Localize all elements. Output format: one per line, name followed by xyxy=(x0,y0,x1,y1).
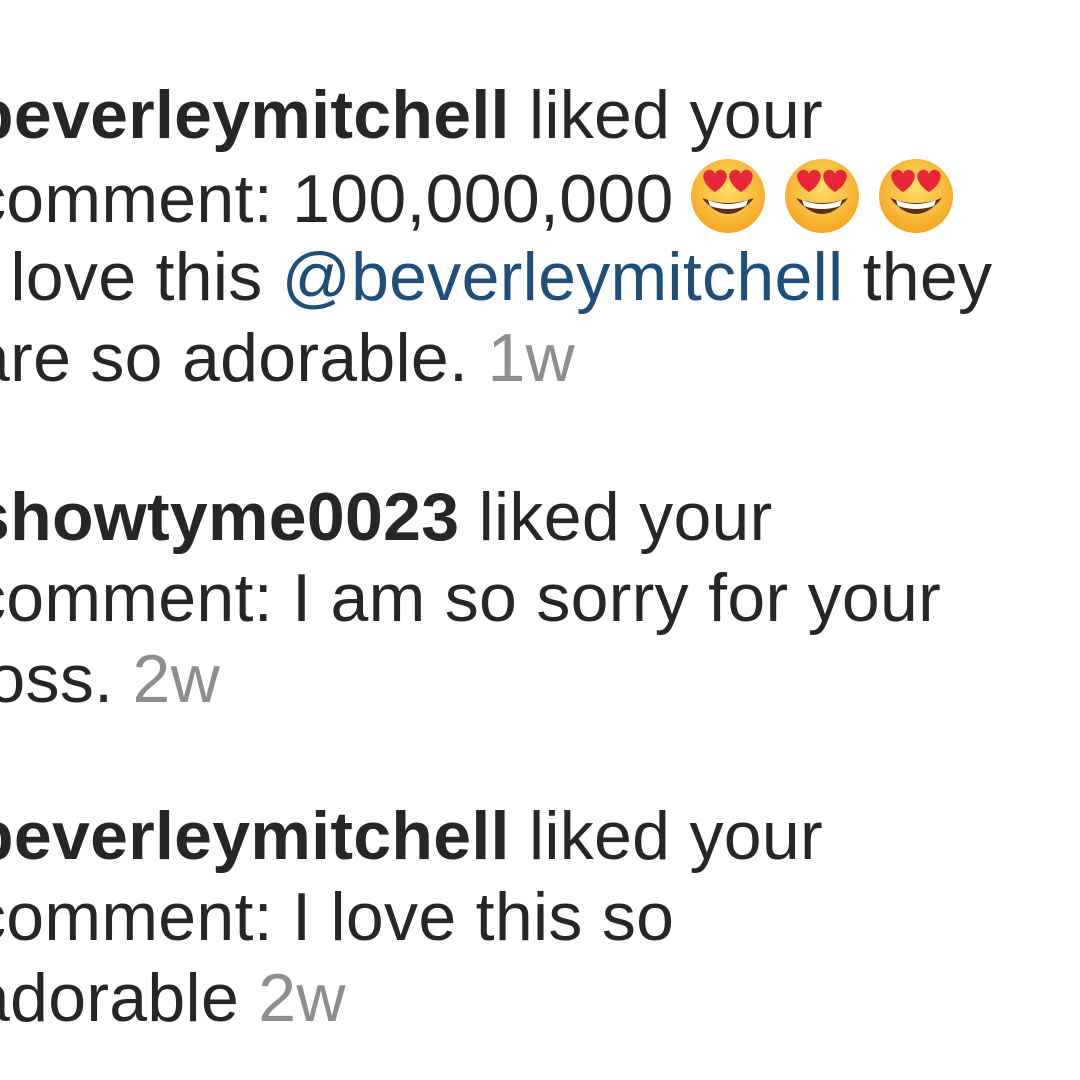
notification-line: adorable 2w xyxy=(0,958,1062,1039)
comment-text: comment: 100,000,000 xyxy=(0,161,674,237)
mention-link[interactable]: @beverleymitchell xyxy=(282,239,844,315)
notification-line: I love this @beverleymitchell they xyxy=(0,237,1062,318)
timestamp: 2w xyxy=(258,960,346,1036)
heart-eyes-emoji-icon xyxy=(688,156,768,236)
action-text: liked your xyxy=(459,479,773,555)
notification-line: are so adorable. 1w xyxy=(0,318,1062,399)
notification-item[interactable]: beverleymitchell liked your comment: I l… xyxy=(0,796,1062,1039)
username[interactable]: beverleymitchell xyxy=(0,798,510,874)
comment-text: I love this xyxy=(0,239,282,315)
username[interactable]: showtyme0023 xyxy=(0,479,459,555)
comment-text: comment: I love this so xyxy=(0,879,675,955)
action-text: liked your xyxy=(509,798,823,874)
notification-line: beverleymitchell liked your xyxy=(0,75,1062,156)
timestamp: 2w xyxy=(132,641,221,717)
notification-item[interactable]: showtyme0023 liked your comment: I am so… xyxy=(0,477,1062,720)
comment-text: adorable xyxy=(0,960,259,1036)
notification-line: showtyme0023 liked your xyxy=(0,477,1062,558)
comment-text: they xyxy=(843,239,993,315)
notification-line: comment: I love this so xyxy=(0,877,1062,958)
notification-line: beverleymitchell liked your xyxy=(0,796,1062,877)
heart-eyes-emoji-icon xyxy=(876,156,956,236)
comment-text: comment: I am so sorry for your xyxy=(0,560,942,636)
username[interactable]: beverleymitchell xyxy=(0,77,510,153)
timestamp: 1w xyxy=(487,320,575,396)
comment-text: are so adorable. xyxy=(0,320,488,396)
heart-eyes-emoji-icon xyxy=(782,156,862,236)
notification-line: loss. 2w xyxy=(0,639,1062,720)
notification-line: comment: 100,000,000 xyxy=(0,156,1062,237)
notification-item[interactable]: beverleymitchell liked your comment: 100… xyxy=(0,75,1062,399)
action-text: liked your xyxy=(509,77,823,153)
notification-line: comment: I am so sorry for your xyxy=(0,558,1062,639)
comment-text: loss. xyxy=(0,641,114,717)
